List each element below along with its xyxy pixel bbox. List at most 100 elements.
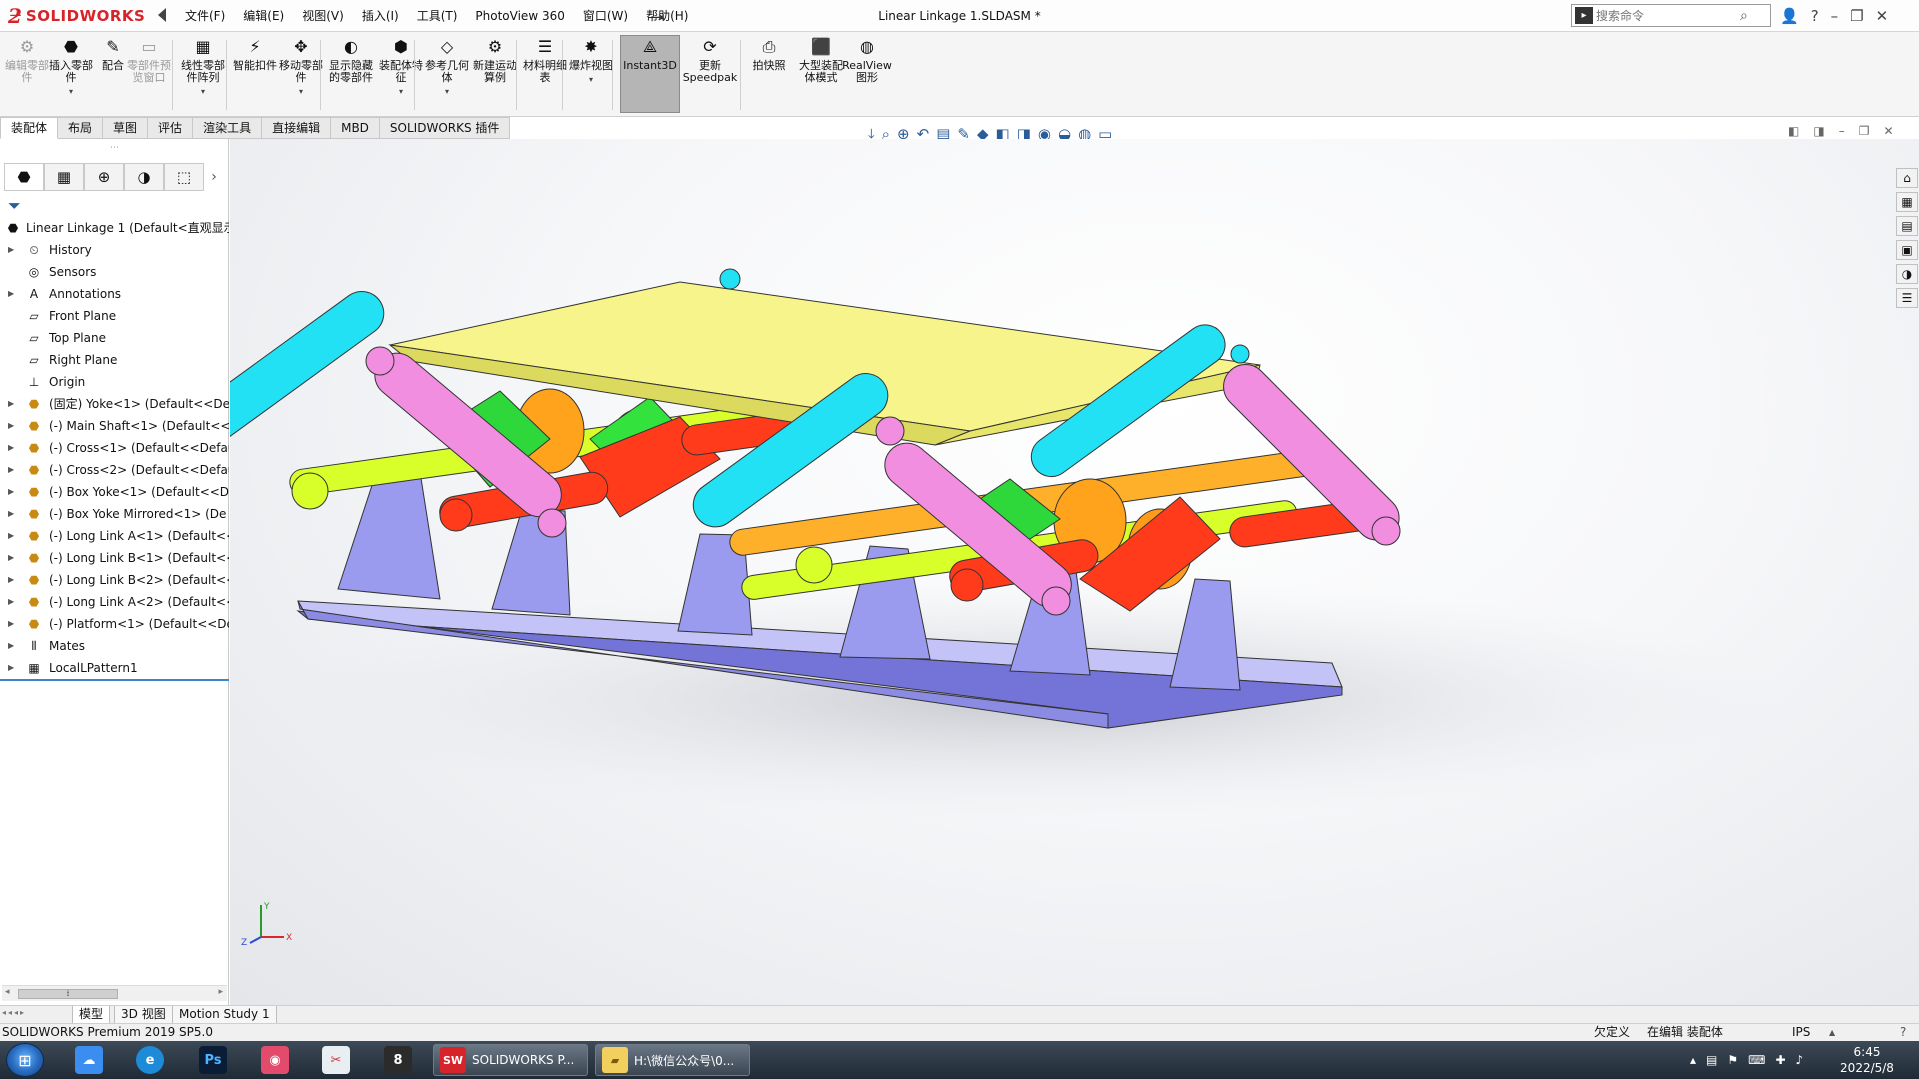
- design-library-icon[interactable]: ▦: [1896, 192, 1918, 212]
- cam-manager-tab[interactable]: ⬚: [164, 163, 204, 191]
- tree-node[interactable]: ▶ ⫴ Mates: [0, 635, 229, 657]
- tree-node[interactable]: ▶ ⬣ (-) Platform<1> (Default<<Def: [0, 613, 229, 635]
- exploded-view-button[interactable]: ✸ 爆炸视图 ▾: [568, 36, 614, 112]
- expand-icon[interactable]: ▶: [8, 393, 14, 415]
- solidworks-logo[interactable]: ƻ SOLIDWORKS: [8, 3, 145, 29]
- dropdown-arrow-icon[interactable]: ▾: [445, 86, 449, 98]
- menu-item[interactable]: 插入(I): [353, 0, 408, 32]
- take-snapshot-button[interactable]: ⎙ 拍快照: [746, 36, 792, 112]
- pin-menu-icon[interactable]: ⇥: [652, 8, 665, 26]
- assembly-model[interactable]: [230, 139, 1919, 1005]
- graphics-area[interactable]: Y X Z: [230, 139, 1919, 1005]
- menu-item[interactable]: 视图(V): [293, 0, 353, 32]
- tree-node[interactable]: ▱ Right Plane: [0, 349, 229, 371]
- smart-fasteners-button[interactable]: ⚡ 智能扣件: [232, 36, 278, 112]
- expand-icon[interactable]: ▶: [8, 657, 14, 679]
- expand-icon[interactable]: ▶: [8, 613, 14, 635]
- large-assembly-mode-button[interactable]: ⬛ 大型装配体模式: [796, 36, 846, 112]
- insert-components-button[interactable]: ⬣ 插入零部件 ▾: [48, 36, 94, 112]
- feature-manager-tab[interactable]: ⬣: [4, 163, 44, 191]
- command-tab[interactable]: 草图: [103, 117, 149, 139]
- search-input[interactable]: [1596, 8, 1736, 23]
- capture-app[interactable]: 8: [371, 1044, 425, 1076]
- linear-pattern-button[interactable]: ▦ 线性零部件阵列 ▾: [180, 36, 226, 112]
- tree-node[interactable]: ▶ ⬣ (-) Box Yoke<1> (Default<<De: [0, 481, 229, 503]
- expand-icon[interactable]: ▶: [8, 481, 14, 503]
- menu-item[interactable]: 工具(T): [408, 0, 467, 32]
- bottom-tab[interactable]: 3D 视图: [114, 1006, 173, 1024]
- command-tab[interactable]: 渲染工具: [193, 117, 263, 139]
- clock[interactable]: 6:45 2022/5/8: [1830, 1044, 1904, 1076]
- tree-node[interactable]: ▶ A Annotations: [0, 283, 229, 305]
- tree-root[interactable]: ⬣ Linear Linkage 1 (Default<直观显示: [0, 217, 229, 239]
- expand-icon[interactable]: ▶: [8, 283, 14, 305]
- flag-icon[interactable]: ⚑: [1727, 1053, 1738, 1067]
- menu-item[interactable]: PhotoView 360: [466, 0, 573, 32]
- view-palette-icon[interactable]: ▣: [1896, 240, 1918, 260]
- expand-icon[interactable]: ▶: [8, 459, 14, 481]
- tree-node[interactable]: ▶ ⬣ (-) Main Shaft<1> (Default<<D: [0, 415, 229, 437]
- tree-node[interactable]: ▱ Top Plane: [0, 327, 229, 349]
- tray-expand-icon[interactable]: ▴: [1690, 1053, 1696, 1067]
- dropdown-arrow-icon[interactable]: ▾: [399, 86, 403, 98]
- scroll-right-icon[interactable]: ▸: [218, 987, 223, 997]
- solidworks-resources-icon[interactable]: ⌂: [1896, 168, 1918, 188]
- tree-node[interactable]: ▱ Front Plane: [0, 305, 229, 327]
- command-tab[interactable]: 评估: [148, 117, 194, 139]
- expand-icon[interactable]: ▶: [8, 591, 14, 613]
- update-speedpak-button[interactable]: ⟳ 更新Speedpak: [682, 36, 738, 112]
- tree-node[interactable]: ▶ ⬣ (-) Cross<1> (Default<<Defau: [0, 437, 229, 459]
- taskbar-window-folder[interactable]: ▰ H:\微信公众号\0...: [595, 1044, 750, 1076]
- dropdown-arrow-icon[interactable]: ▾: [201, 86, 205, 98]
- tree-node[interactable]: ▶ ⬣ (固定) Yoke<1> (Default<<Def: [0, 393, 229, 415]
- tree-node[interactable]: ⊥ Origin: [0, 371, 229, 393]
- expand-icon[interactable]: ▶: [8, 415, 14, 437]
- bottom-tab[interactable]: 模型: [72, 1006, 111, 1024]
- expand-icon[interactable]: ▶: [8, 635, 14, 657]
- tree-node[interactable]: ▶ ⬣ (-) Long Link A<1> (Default<<: [0, 525, 229, 547]
- file-explorer-icon[interactable]: ▤: [1896, 216, 1918, 236]
- property-manager-tab[interactable]: ▦: [44, 163, 84, 191]
- component-preview-button[interactable]: ▭ 零部件预览窗口: [126, 36, 172, 112]
- dropdown-arrow-icon[interactable]: ▾: [299, 86, 303, 98]
- restore-icon[interactable]: ❐: [1850, 7, 1863, 25]
- bottom-tab[interactable]: Motion Study 1: [172, 1006, 277, 1024]
- tool-app[interactable]: ✂: [309, 1044, 363, 1076]
- search-icon[interactable]: ⌕: [1740, 8, 1748, 24]
- command-tab[interactable]: 装配体: [0, 117, 59, 139]
- command-tab[interactable]: 布局: [58, 117, 104, 139]
- menu-item[interactable]: 窗口(W): [574, 0, 637, 32]
- user-icon[interactable]: 👤: [1780, 7, 1799, 25]
- help-icon[interactable]: ?: [1811, 7, 1819, 25]
- doc-close-icon[interactable]: ✕: [1883, 124, 1893, 138]
- realview-graphics-button[interactable]: ◍ RealView图形: [842, 36, 892, 112]
- expand-icon[interactable]: ▶: [8, 239, 14, 261]
- tile-right-icon[interactable]: ◨: [1813, 124, 1824, 138]
- browser-app[interactable]: e: [123, 1044, 177, 1076]
- command-tab[interactable]: 直接编辑: [262, 117, 332, 139]
- quick-tips-icon[interactable]: ?: [1900, 1024, 1906, 1041]
- dropdown-arrow-icon[interactable]: ▾: [69, 86, 73, 98]
- tree-node[interactable]: ▶ ⬣ (-) Box Yoke Mirrored<1> (De: [0, 503, 229, 525]
- expand-icon[interactable]: ▶: [8, 503, 14, 525]
- more-tabs-icon[interactable]: ›: [204, 163, 224, 191]
- unit-caret-icon[interactable]: ▲: [1829, 1024, 1835, 1041]
- dropdown-arrow-icon[interactable]: ▾: [589, 74, 593, 86]
- assembly-features-button[interactable]: ⬢ 装配体特征 ▾: [378, 36, 424, 112]
- expand-icon[interactable]: ▶: [8, 525, 14, 547]
- tree-node[interactable]: ▶ ⬣ (-) Long Link A<2> (Default<<: [0, 591, 229, 613]
- edit-component-button[interactable]: ⚙ 编辑零部件: [4, 36, 50, 112]
- scroll-thumb[interactable]: ⁞: [18, 989, 118, 999]
- doc-restore-icon[interactable]: ❐: [1859, 124, 1870, 138]
- reference-geometry-button[interactable]: ◇ 参考几何体 ▾: [424, 36, 470, 112]
- image-app[interactable]: ◉: [248, 1044, 302, 1076]
- doc-minimize-icon[interactable]: –: [1839, 124, 1845, 138]
- close-icon[interactable]: ✕: [1876, 7, 1889, 25]
- configuration-manager-tab[interactable]: ⊕: [84, 163, 124, 191]
- horizontal-scrollbar[interactable]: ◂ ⁞ ▸: [2, 985, 227, 1001]
- tree-node[interactable]: ▶ ⬣ (-) Long Link B<1> (Default<<: [0, 547, 229, 569]
- tree-node[interactable]: ▶ ⏲ History: [0, 239, 229, 261]
- menu-expand-icon[interactable]: [158, 8, 166, 22]
- taskbar-window-solidworks[interactable]: SW SOLIDWORKS P...: [433, 1044, 588, 1076]
- instant3d-button[interactable]: ⟁ Instant3D: [620, 35, 680, 113]
